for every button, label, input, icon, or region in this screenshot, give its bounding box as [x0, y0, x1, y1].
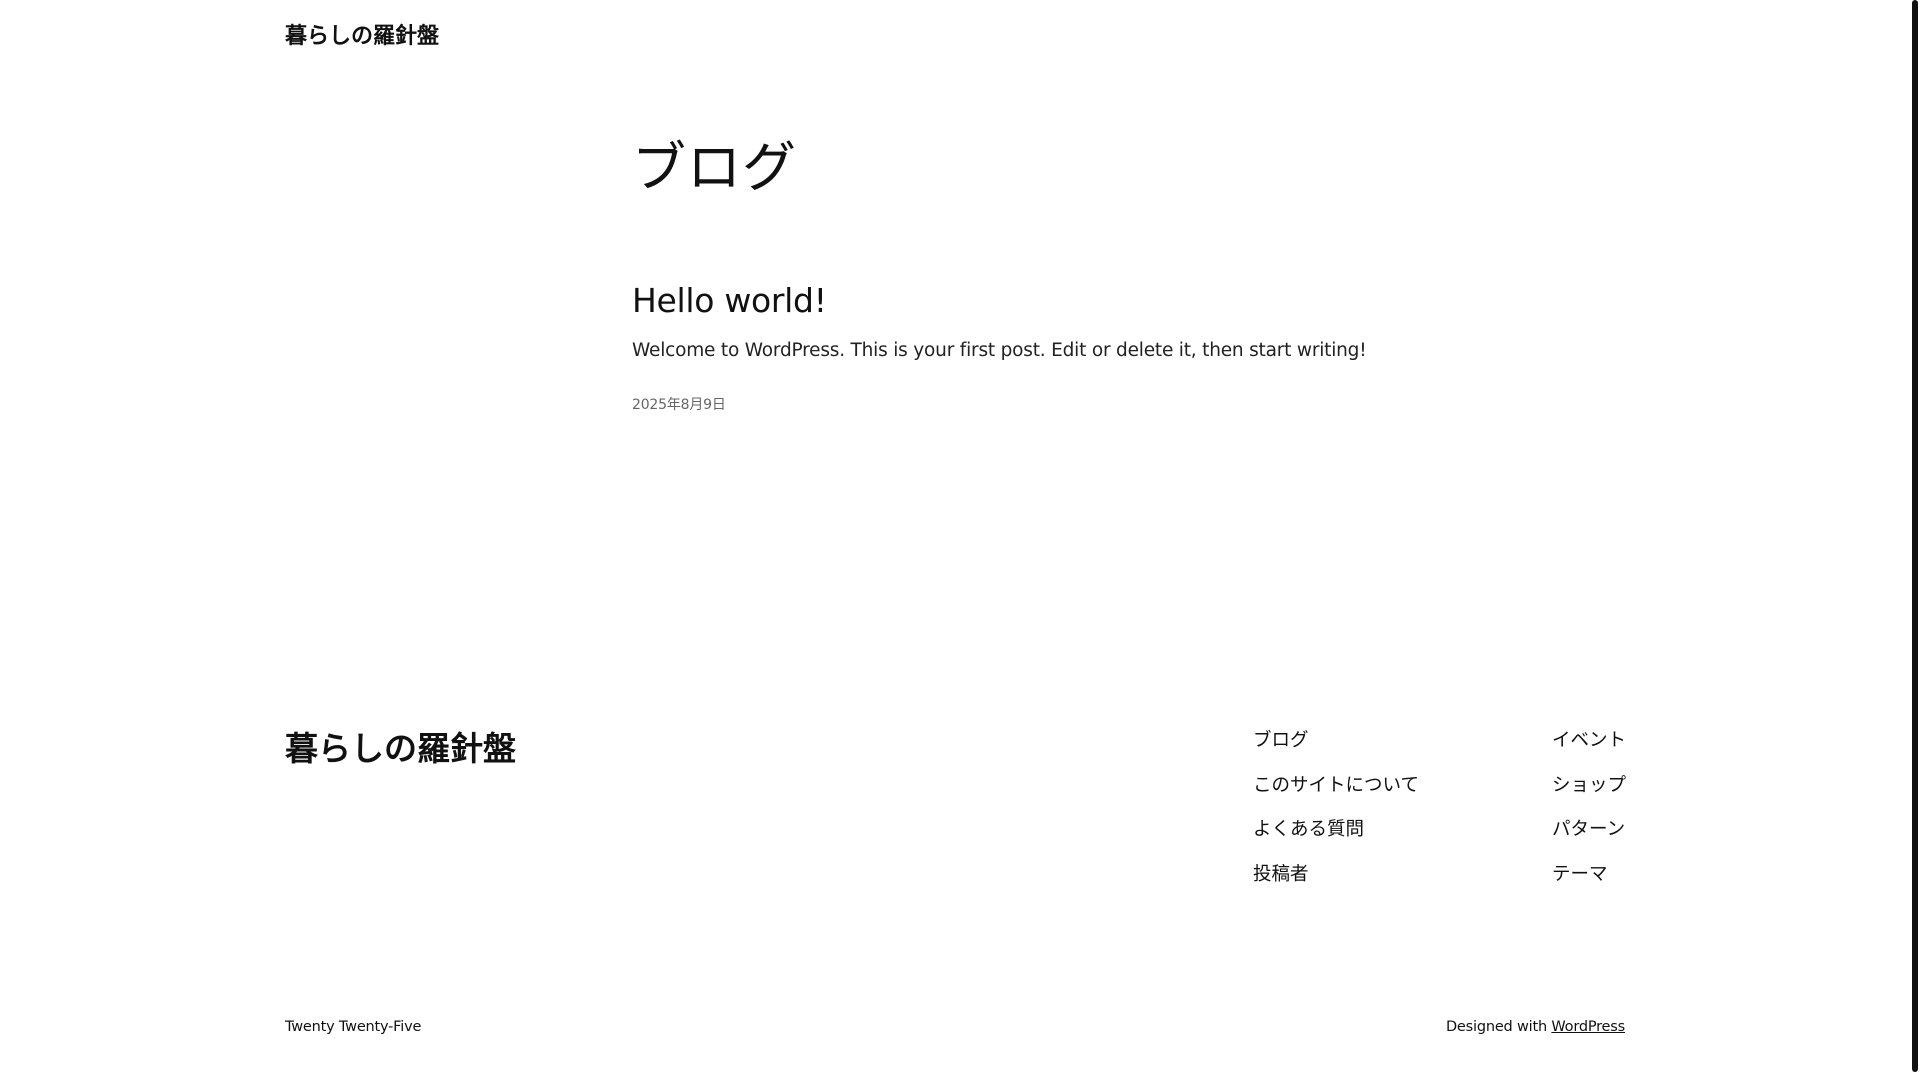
- footer-nav-item-blog[interactable]: ブログ: [1253, 728, 1419, 754]
- footer-nav-item-about[interactable]: このサイトについて: [1253, 773, 1419, 799]
- footer-credit-text: Designed with: [1445, 1019, 1547, 1035]
- footer-nav-item-events[interactable]: イベント: [1552, 728, 1626, 754]
- post-excerpt: Welcome to WordPress. This is your first…: [632, 340, 1367, 361]
- footer-theme-name: Twenty Twenty-Five: [285, 1019, 422, 1035]
- footer-credit: Designed with WordPress: [1446, 1019, 1625, 1035]
- footer-nav-item-themes[interactable]: テーマ: [1552, 862, 1626, 888]
- wordpress-link[interactable]: WordPress: [1551, 1019, 1625, 1035]
- post-title-link[interactable]: Hello world!: [632, 281, 1332, 321]
- vertical-scrollbar[interactable]: [1910, 0, 1920, 1080]
- post-date[interactable]: 2025年8月9日: [632, 394, 726, 414]
- footer-nav-item-authors[interactable]: 投稿者: [1253, 862, 1419, 888]
- footer-nav-primary: ブログ このサイトについて よくある質問 投稿者: [1253, 728, 1419, 906]
- page-title: ブログ: [632, 136, 797, 199]
- footer-nav-item-shop[interactable]: ショップ: [1552, 773, 1626, 799]
- scrollbar-thumb[interactable]: [1912, 0, 1918, 1072]
- header-site-title[interactable]: 暮らしの羅針盤: [285, 18, 439, 50]
- footer-site-title[interactable]: 暮らしの羅針盤: [285, 727, 516, 771]
- post-item: Hello world! Welcome to WordPress. This …: [632, 281, 1367, 413]
- content-area: 暮らしの羅針盤 ブログ Hello world! Welcome to Word…: [0, 0, 1910, 1080]
- footer-nav-item-faq[interactable]: よくある質問: [1253, 817, 1419, 843]
- footer-nav-secondary: イベント ショップ パターン テーマ: [1552, 728, 1626, 906]
- footer-nav-item-patterns[interactable]: パターン: [1552, 817, 1626, 843]
- page: 暮らしの羅針盤 ブログ Hello world! Welcome to Word…: [0, 0, 1920, 1080]
